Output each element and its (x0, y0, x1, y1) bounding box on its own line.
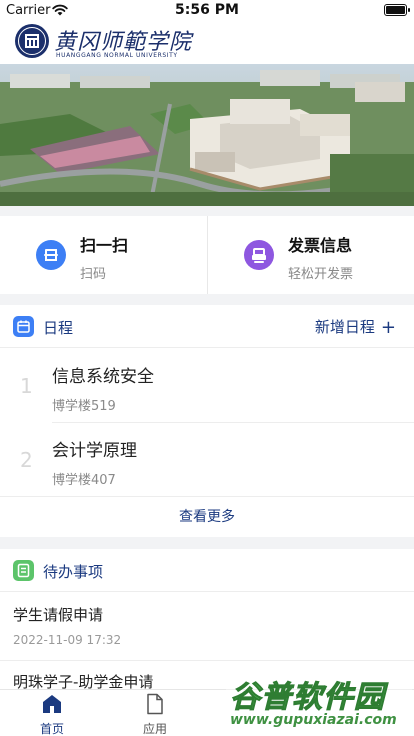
watermark-text: 谷普软件园 (230, 680, 385, 716)
todo-header: 待办事项 (0, 549, 414, 592)
schedule-title: 日程 (43, 319, 74, 337)
invoice-card[interactable]: 发票信息 轻松开发票 (208, 216, 414, 294)
todo-list-icon (13, 560, 34, 581)
scan-subtitle: 扫码 (80, 267, 107, 282)
schedule-section: 日程 新增日程 + 1 信息系统安全 博学楼519 2 会计学原理 博学楼407 … (0, 305, 414, 537)
view-more-button[interactable]: 查看更多 (0, 496, 414, 537)
watermark: 谷普软件园 www.gupuxiazai.com (226, 670, 412, 732)
todo-item-title: 学生请假申请 (13, 606, 104, 624)
status-bar: Carrier 5:56 PM (0, 0, 414, 20)
todo-section: 待办事项 学生请假申请 2022-11-09 17:32 明珠学子-助学金申请 (0, 549, 414, 691)
schedule-course-name: 会计学原理 (52, 441, 137, 461)
plus-icon: + (380, 317, 396, 338)
schedule-location: 博学楼519 (52, 399, 116, 414)
watermark-url: www.gupuxiazai.com (230, 712, 397, 728)
schedule-index: 1 (20, 374, 33, 398)
status-time: 5:56 PM (175, 2, 239, 18)
invoice-subtitle: 轻松开发票 (288, 267, 354, 282)
quick-actions: 扫一扫 扫码 发票信息 轻松开发票 (0, 216, 414, 294)
university-name-en: HUANGGANG NORMAL UNIVERSITY (56, 52, 178, 59)
home-icon (43, 695, 61, 713)
invoice-icon (244, 240, 274, 270)
app-header: 黄冈师範学院 HUANGGANG NORMAL UNIVERSITY (0, 20, 414, 64)
todo-title: 待办事项 (43, 563, 104, 581)
schedule-course-name: 信息系统安全 (52, 367, 154, 387)
calendar-icon (13, 316, 34, 337)
campus-banner-image[interactable] (0, 64, 414, 206)
schedule-header: 日程 新增日程 + (0, 305, 414, 348)
schedule-item[interactable]: 2 会计学原理 博学楼407 (0, 423, 414, 496)
battery-icon (384, 4, 410, 16)
add-schedule-label: 新增日程 (314, 318, 375, 336)
add-schedule-button[interactable]: 新增日程 + (315, 316, 396, 338)
todo-item[interactable]: 学生请假申请 2022-11-09 17:32 (0, 593, 414, 660)
invoice-title: 发票信息 (288, 236, 353, 255)
tab-home[interactable]: 首页 (17, 690, 87, 736)
schedule-location: 博学楼407 (52, 473, 116, 488)
apps-icon (147, 693, 163, 715)
scan-card[interactable]: 扫一扫 扫码 (0, 216, 207, 294)
todo-item-date: 2022-11-09 17:32 (13, 633, 122, 647)
tab-apps-label: 应用 (142, 722, 167, 736)
tab-apps[interactable]: 应用 (120, 690, 190, 736)
university-logo (15, 24, 49, 58)
schedule-item[interactable]: 1 信息系统安全 博学楼519 (0, 349, 414, 422)
tab-home-label: 首页 (39, 722, 64, 736)
scan-title: 扫一扫 (80, 236, 129, 255)
scan-icon (36, 240, 66, 270)
schedule-index: 2 (20, 448, 33, 472)
